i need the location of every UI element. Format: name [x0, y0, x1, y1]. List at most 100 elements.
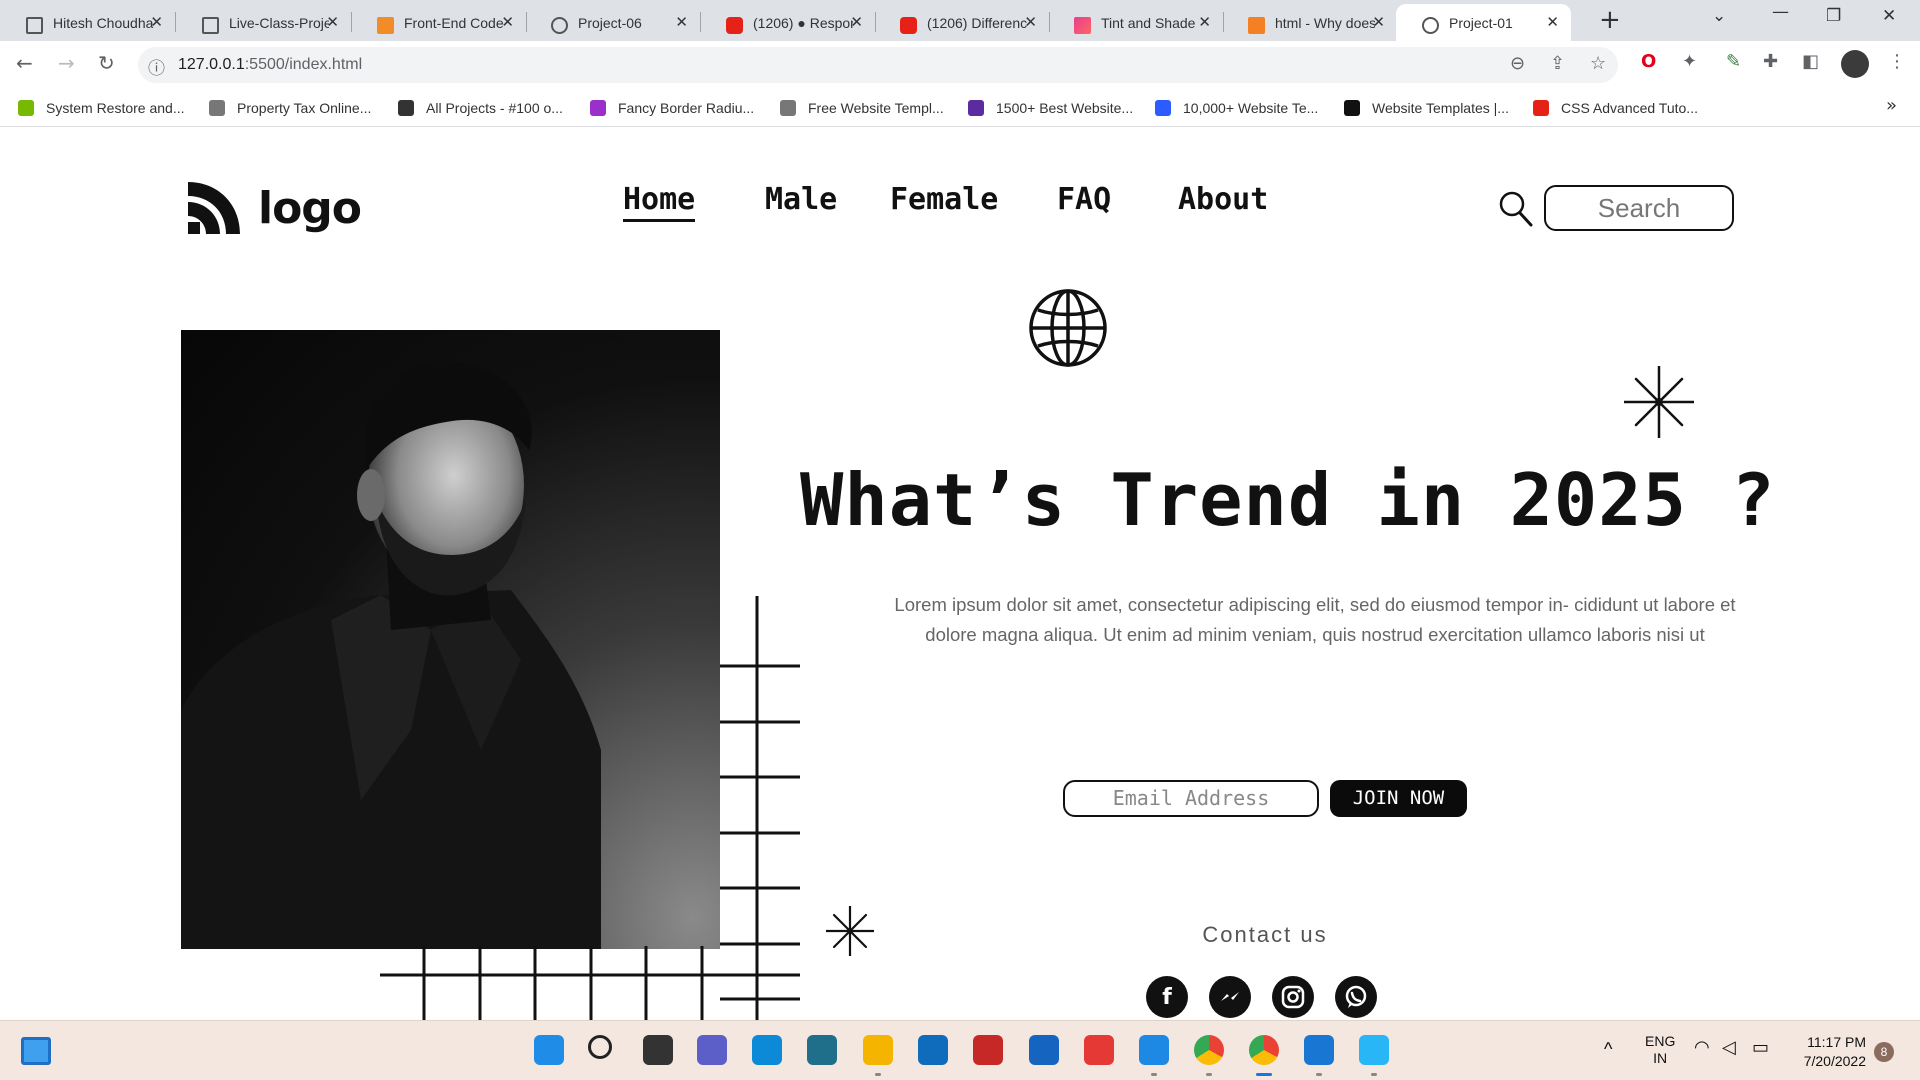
chat-icon[interactable]: [697, 1035, 727, 1065]
tab-5[interactable]: (1206) ● Responsive✕: [700, 4, 875, 41]
globe-icon: [1029, 289, 1107, 367]
task-view-icon[interactable]: [643, 1035, 673, 1065]
bookmark-item[interactable]: Property Tax Online...: [209, 98, 371, 118]
bookmark-item[interactable]: Fancy Border Radiu...: [590, 98, 754, 118]
search-icon[interactable]: [588, 1035, 612, 1059]
messenger-icon[interactable]: [1209, 976, 1251, 1018]
share-icon[interactable]: ⇪: [1550, 53, 1565, 74]
bookmark-item[interactable]: 1500+ Best Website...: [968, 98, 1133, 118]
tab-close-icon[interactable]: ✕: [675, 13, 688, 31]
chrome-icon[interactable]: [1194, 1035, 1224, 1065]
anydesk-icon[interactable]: [1084, 1035, 1114, 1065]
tab-1[interactable]: Hitesh Choudhary✕: [0, 4, 175, 41]
site-info-icon[interactable]: ⓘ: [148, 54, 165, 79]
lang-line-1: ENG: [1645, 1033, 1676, 1049]
clock-date: 7/20/2022: [1803, 1053, 1866, 1069]
tab-close-icon[interactable]: ✕: [1198, 13, 1211, 31]
tab-close-icon[interactable]: ✕: [850, 13, 863, 31]
nav-faq[interactable]: FAQ: [1057, 182, 1111, 217]
tab-close-icon[interactable]: ✕: [1546, 13, 1559, 31]
nav-female[interactable]: Female: [890, 182, 998, 217]
minimize-icon[interactable]: —: [1772, 2, 1789, 22]
bookmark-label: 10,000+ Website Te...: [1183, 100, 1319, 116]
zoom-icon[interactable]: ⊖: [1510, 53, 1525, 74]
search-icon[interactable]: [1499, 191, 1533, 227]
battery-icon[interactable]: ▭: [1752, 1037, 1769, 1058]
sublime-icon[interactable]: [807, 1035, 837, 1065]
bookmark-item[interactable]: 10,000+ Website Te...: [1155, 98, 1318, 118]
tab-3[interactable]: Front-End Code ✕: [351, 4, 526, 41]
tab-9[interactable]: Project-01 ✕: [1396, 4, 1571, 41]
forward-icon[interactable]: →: [58, 51, 75, 75]
tab-6[interactable]: (1206) Difference ✕: [874, 4, 1049, 41]
tab-close-icon[interactable]: ✕: [150, 13, 163, 31]
tray-chevron-icon[interactable]: ^: [1604, 1039, 1612, 1060]
close-window-icon[interactable]: ✕: [1882, 6, 1896, 26]
profile-avatar[interactable]: [1841, 50, 1869, 78]
extension-pen-icon[interactable]: ✎: [1726, 51, 1741, 72]
reload-icon[interactable]: ↻: [98, 51, 115, 75]
opera-extension-icon[interactable]: O: [1641, 51, 1656, 72]
bookmark-item[interactable]: CSS Advanced Tuto...: [1533, 98, 1698, 118]
tab-2[interactable]: Live-Class-Project✕: [176, 4, 351, 41]
page-viewport: logo Home Male Female FAQ About Search W…: [0, 128, 1920, 1020]
bookmarks-bar: System Restore and... Property Tax Online…: [0, 89, 1920, 127]
gift-icon[interactable]: [973, 1035, 1003, 1065]
site-logo[interactable]: logo: [184, 178, 362, 238]
volume-icon[interactable]: ◁: [1722, 1037, 1736, 1058]
contact-us-label: Contact us: [1202, 922, 1328, 947]
youtube-icon: [900, 17, 917, 34]
tab-4[interactable]: Project-06 ✕: [525, 4, 700, 41]
tab-close-icon[interactable]: ✕: [1024, 13, 1037, 31]
edge-icon[interactable]: [752, 1035, 782, 1065]
address-bar[interactable]: ⓘ 127.0.0.1:5500/index.html ⊖ ⇪ ☆: [138, 47, 1618, 83]
wifi-icon[interactable]: ◠: [1694, 1037, 1710, 1058]
mail-icon[interactable]: [1029, 1035, 1059, 1065]
url-text: 127.0.0.1:5500/index.html: [178, 56, 362, 74]
bookmark-favicon-icon: [398, 100, 414, 116]
store-icon[interactable]: [918, 1035, 948, 1065]
email-input[interactable]: Email Address: [1063, 780, 1319, 817]
bookmark-label: System Restore and...: [46, 100, 185, 116]
language-indicator[interactable]: ENG IN: [1645, 1033, 1675, 1067]
restore-icon[interactable]: ❐: [1826, 6, 1841, 26]
bookmark-star-icon[interactable]: ☆: [1590, 53, 1606, 74]
youtube-icon: [726, 17, 743, 34]
photos-icon[interactable]: [1304, 1035, 1334, 1065]
bookmark-item[interactable]: System Restore and...: [18, 98, 185, 118]
clock[interactable]: 11:17 PM 7/20/2022: [1794, 1033, 1866, 1071]
tab-8[interactable]: html - Why does ✕: [1222, 4, 1397, 41]
windows-taskbar: ^ ENG IN ◠ ◁ ▭ 11:17 PM 7/20/2022 8: [0, 1020, 1920, 1080]
nav-about[interactable]: About: [1178, 182, 1268, 217]
extensions-puzzle-icon[interactable]: ✚: [1763, 51, 1778, 72]
bookmark-item[interactable]: Website Templates |...: [1344, 98, 1509, 118]
extension-sparkle-icon[interactable]: ✦: [1682, 51, 1697, 72]
instagram-icon[interactable]: [1272, 976, 1314, 1018]
facebook-icon[interactable]: f: [1146, 976, 1188, 1018]
tab-7[interactable]: Tint and Shade ✕: [1048, 4, 1223, 41]
new-tab-button[interactable]: +: [1599, 5, 1621, 35]
tab-close-icon[interactable]: ✕: [1372, 13, 1385, 31]
url-host: 127.0.0.1: [178, 56, 245, 73]
tab-close-icon[interactable]: ✕: [326, 13, 339, 31]
back-icon[interactable]: ←: [16, 51, 33, 75]
nav-male[interactable]: Male: [765, 182, 837, 217]
vscode-icon[interactable]: [1139, 1035, 1169, 1065]
widgets-icon[interactable]: [21, 1037, 51, 1065]
file-explorer-icon[interactable]: [863, 1035, 893, 1065]
search-input[interactable]: Search: [1544, 185, 1734, 231]
tab-search-chevron-icon[interactable]: ⌄: [1712, 6, 1726, 26]
whatsapp-icon[interactable]: [1335, 976, 1377, 1018]
nav-home[interactable]: Home: [623, 182, 696, 222]
join-now-button[interactable]: JOIN NOW: [1330, 780, 1467, 817]
start-icon[interactable]: [534, 1035, 564, 1065]
side-panel-icon[interactable]: ◧: [1802, 51, 1819, 72]
chrome-profile-icon[interactable]: [1249, 1035, 1279, 1065]
bookmark-item[interactable]: All Projects - #100 o...: [398, 98, 563, 118]
tab-close-icon[interactable]: ✕: [501, 13, 514, 31]
bookmarks-overflow-icon[interactable]: »: [1886, 95, 1897, 116]
bookmark-item[interactable]: Free Website Templ...: [780, 98, 944, 118]
notepad-icon[interactable]: [1359, 1035, 1389, 1065]
menu-kebab-icon[interactable]: ⋮: [1888, 51, 1906, 72]
notification-badge[interactable]: 8: [1874, 1042, 1894, 1062]
